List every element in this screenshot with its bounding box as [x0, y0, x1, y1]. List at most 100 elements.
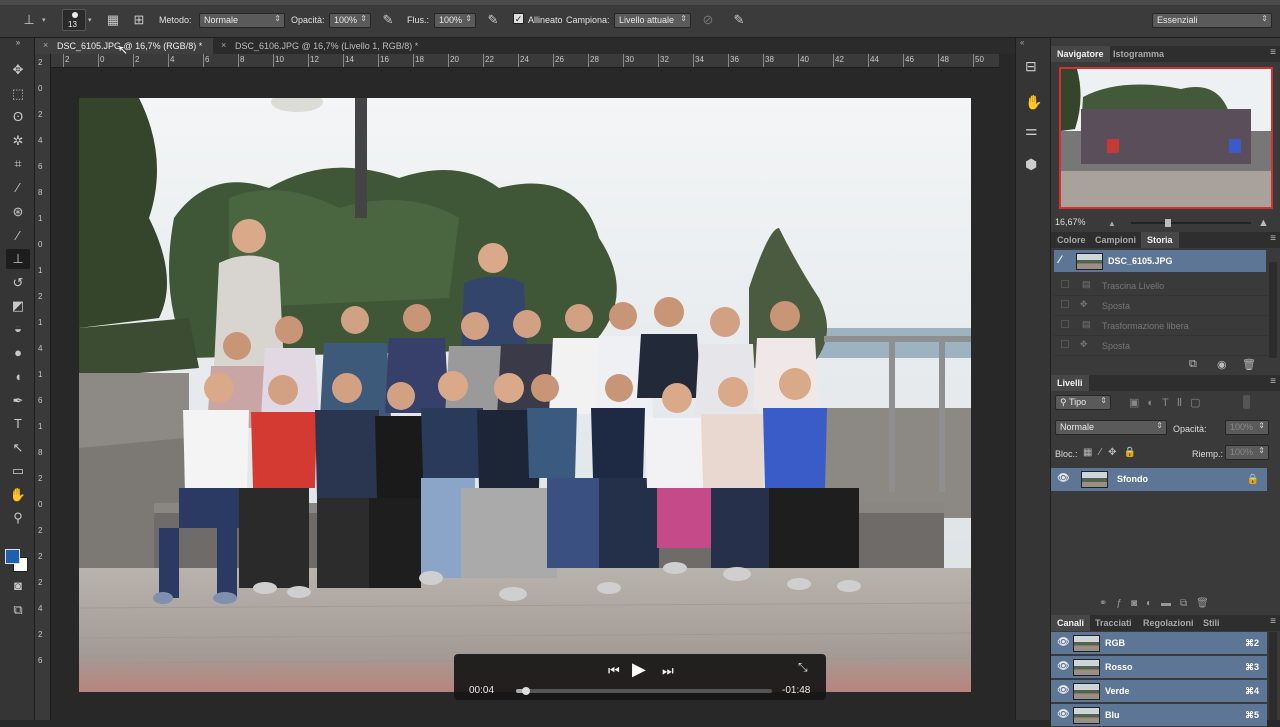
history-snapshot[interactable]: ⁄ DSC_6105.JPG — [1054, 250, 1266, 273]
panel-menu-icon[interactable]: ≡ — [1270, 616, 1276, 627]
pressure-opacity-icon[interactable]: ✎ — [379, 11, 397, 29]
opacity-input[interactable]: 100% — [329, 13, 371, 28]
hand-tool-icon[interactable]: ✋ — [6, 485, 30, 505]
lock-icons[interactable]: ▦⁄✥🔒 — [1083, 447, 1143, 458]
horizontal-ruler[interactable]: 2 0 2 4 6 8 10 12 14 16 18 20 22 24 26 28 30 32 34 36 38 40 42… — [51, 54, 999, 68]
workspace-select[interactable]: Essenziali — [1152, 13, 1272, 28]
layer-filter-select[interactable]: ⚲ Tipo — [1055, 395, 1111, 410]
lasso-tool-icon[interactable]: ʘ — [6, 107, 30, 127]
preset-dropdown-arrow-icon[interactable]: ▾ — [42, 16, 46, 24]
clone-stamp-preset-icon[interactable]: ⊥ — [20, 11, 38, 29]
exit-fullscreen-icon[interactable]: ⤡ — [798, 660, 808, 675]
brush-panel-icon[interactable]: ▦ — [104, 11, 122, 29]
zoom-out-icon[interactable]: ▲ — [1108, 219, 1116, 228]
ignore-adjustment-icon[interactable]: ⊘ — [699, 11, 717, 29]
visibility-eye-icon[interactable]: 👁 — [1057, 637, 1070, 648]
clone-source-panel-icon[interactable]: ⊞ — [130, 11, 148, 29]
history-brush-tool-icon[interactable]: ↺ — [6, 273, 30, 293]
channel-row-green[interactable]: 👁 Verde ⌘4 — [1051, 680, 1267, 703]
progress-track[interactable] — [516, 687, 772, 695]
tab-channels[interactable]: Canali — [1051, 615, 1091, 631]
pen-tool-icon[interactable]: ✒ — [6, 391, 30, 411]
zoom-slider-thumb[interactable] — [1165, 219, 1171, 227]
visibility-eye-icon[interactable]: 👁 — [1057, 685, 1070, 696]
zoom-in-icon[interactable]: ▲ — [1258, 217, 1269, 229]
panel-menu-icon[interactable]: ≡ — [1270, 233, 1276, 244]
visibility-eye-icon[interactable]: 👁 — [1057, 473, 1070, 484]
new-document-from-state-icon[interactable]: ⧉ — [1189, 358, 1197, 371]
tab-dsc-6106[interactable]: × DSC_6106.JPG @ 16,7% (Livello 1, RGB/8… — [213, 38, 443, 54]
visibility-eye-icon[interactable]: 👁 — [1057, 661, 1070, 672]
channel-row-rgb[interactable]: 👁 RGB ⌘2 — [1051, 632, 1267, 655]
layer-action-icons[interactable]: ⚭ƒ◙◐▬⧉🗑 — [1099, 598, 1218, 609]
skip-forward-icon[interactable]: ⏭ — [662, 663, 674, 679]
visibility-eye-icon[interactable]: 👁 — [1057, 709, 1070, 720]
history-source-checkbox[interactable] — [1061, 280, 1069, 288]
3d-icon[interactable]: ⬢ — [1025, 156, 1037, 173]
method-select[interactable]: Normale — [199, 13, 285, 28]
history-scrollbar[interactable] — [1269, 262, 1277, 358]
foreground-color-swatch[interactable] — [5, 549, 20, 564]
flow-input[interactable]: 100% — [434, 13, 476, 28]
crop-tool-icon[interactable]: ⌗ — [6, 154, 30, 174]
rectangle-tool-icon[interactable]: ▭ — [6, 461, 30, 481]
blend-mode-select[interactable]: Normale — [1055, 420, 1167, 435]
layer-comps-icon[interactable]: ⊟ — [1025, 58, 1037, 75]
tab-color[interactable]: Colore — [1051, 232, 1092, 248]
layer-opacity-input[interactable]: 100% — [1225, 420, 1269, 435]
clone-stamp-tool-icon[interactable]: ⊥ — [6, 249, 30, 269]
tab-swatches[interactable]: Campioni — [1089, 232, 1142, 248]
tab-histogram[interactable]: Istogramma — [1107, 46, 1170, 62]
move-tool-icon[interactable]: ✥ — [6, 60, 30, 80]
paint-bucket-tool-icon[interactable]: ◒ — [6, 319, 30, 339]
history-item[interactable]: ▤ Trascina Livello — [1054, 276, 1268, 296]
layer-row-sfondo[interactable]: 👁 Sfondo 🔒 — [1051, 468, 1267, 492]
vertical-ruler[interactable]: 202468101214161820222426 — [35, 54, 51, 720]
channel-row-red[interactable]: 👁 Rosso ⌘3 — [1051, 656, 1267, 679]
aligned-checkbox[interactable]: ✓ — [513, 13, 524, 24]
sample-select[interactable]: Livello attuale — [614, 13, 691, 28]
panel-menu-icon[interactable]: ≡ — [1270, 47, 1276, 58]
collapse-tools-icon[interactable]: » — [6, 38, 30, 48]
brush-preset-picker[interactable]: 13 — [62, 9, 86, 31]
type-tool-icon[interactable]: T — [6, 414, 30, 434]
quick-mask-icon[interactable]: ◙ — [6, 576, 30, 596]
close-tab-icon[interactable]: × — [43, 40, 48, 50]
channels-scrollbar[interactable] — [1269, 632, 1277, 720]
eyedropper-tool-icon[interactable]: ⁄ — [6, 178, 30, 198]
snapshot-camera-icon[interactable]: ◉ — [1217, 358, 1227, 371]
collapse-dock-icon[interactable]: « — [1020, 38, 1024, 47]
close-tab-icon[interactable]: × — [221, 40, 226, 50]
zoom-tool-icon[interactable]: ⚲ — [6, 508, 30, 528]
tab-layers[interactable]: Livelli — [1051, 375, 1089, 391]
brush-presets-icon[interactable]: ✋ — [1025, 94, 1042, 111]
history-item[interactable]: ✥ Sposta — [1054, 336, 1268, 356]
tab-navigator[interactable]: Navigatore — [1051, 46, 1110, 62]
screen-mode-icon[interactable]: ⧉ — [6, 600, 30, 620]
properties-icon[interactable]: ⚌ — [1025, 122, 1038, 139]
tab-styles[interactable]: Stili — [1197, 615, 1226, 631]
canvas-area[interactable] — [51, 69, 999, 720]
pressure-size-icon[interactable]: ✎ — [730, 11, 748, 29]
filter-toggle[interactable] — [1243, 395, 1250, 409]
layer-filter-icons[interactable]: ▣◐TⅡ▢ — [1129, 396, 1209, 409]
delete-state-icon[interactable]: 🗑 — [1242, 358, 1256, 371]
progress-scrubber[interactable] — [522, 687, 531, 695]
history-source-checkbox[interactable] — [1061, 300, 1069, 308]
tab-adjustments[interactable]: Regolazioni — [1137, 615, 1200, 631]
history-source-checkbox[interactable] — [1061, 320, 1069, 328]
fill-input[interactable]: 100% — [1225, 445, 1269, 460]
navigator-preview[interactable] — [1059, 67, 1273, 209]
skip-back-icon[interactable]: ⏮ — [608, 663, 620, 679]
brush-dropdown-arrow-icon[interactable]: ▾ — [88, 16, 92, 24]
healing-brush-tool-icon[interactable]: ⊛ — [6, 202, 30, 222]
eraser-tool-icon[interactable]: ◩ — [6, 296, 30, 316]
tab-history[interactable]: Storia — [1141, 232, 1179, 248]
history-source-checkbox[interactable] — [1061, 340, 1069, 348]
document-photo[interactable] — [79, 98, 971, 692]
path-selection-tool-icon[interactable]: ↖ — [6, 438, 30, 458]
brush-tool-icon[interactable]: ∕ — [6, 226, 30, 246]
airbrush-icon[interactable]: ✎ — [484, 11, 502, 29]
history-item[interactable]: ✥ Sposta — [1054, 296, 1268, 316]
marquee-tool-icon[interactable]: ⬚ — [6, 84, 30, 104]
